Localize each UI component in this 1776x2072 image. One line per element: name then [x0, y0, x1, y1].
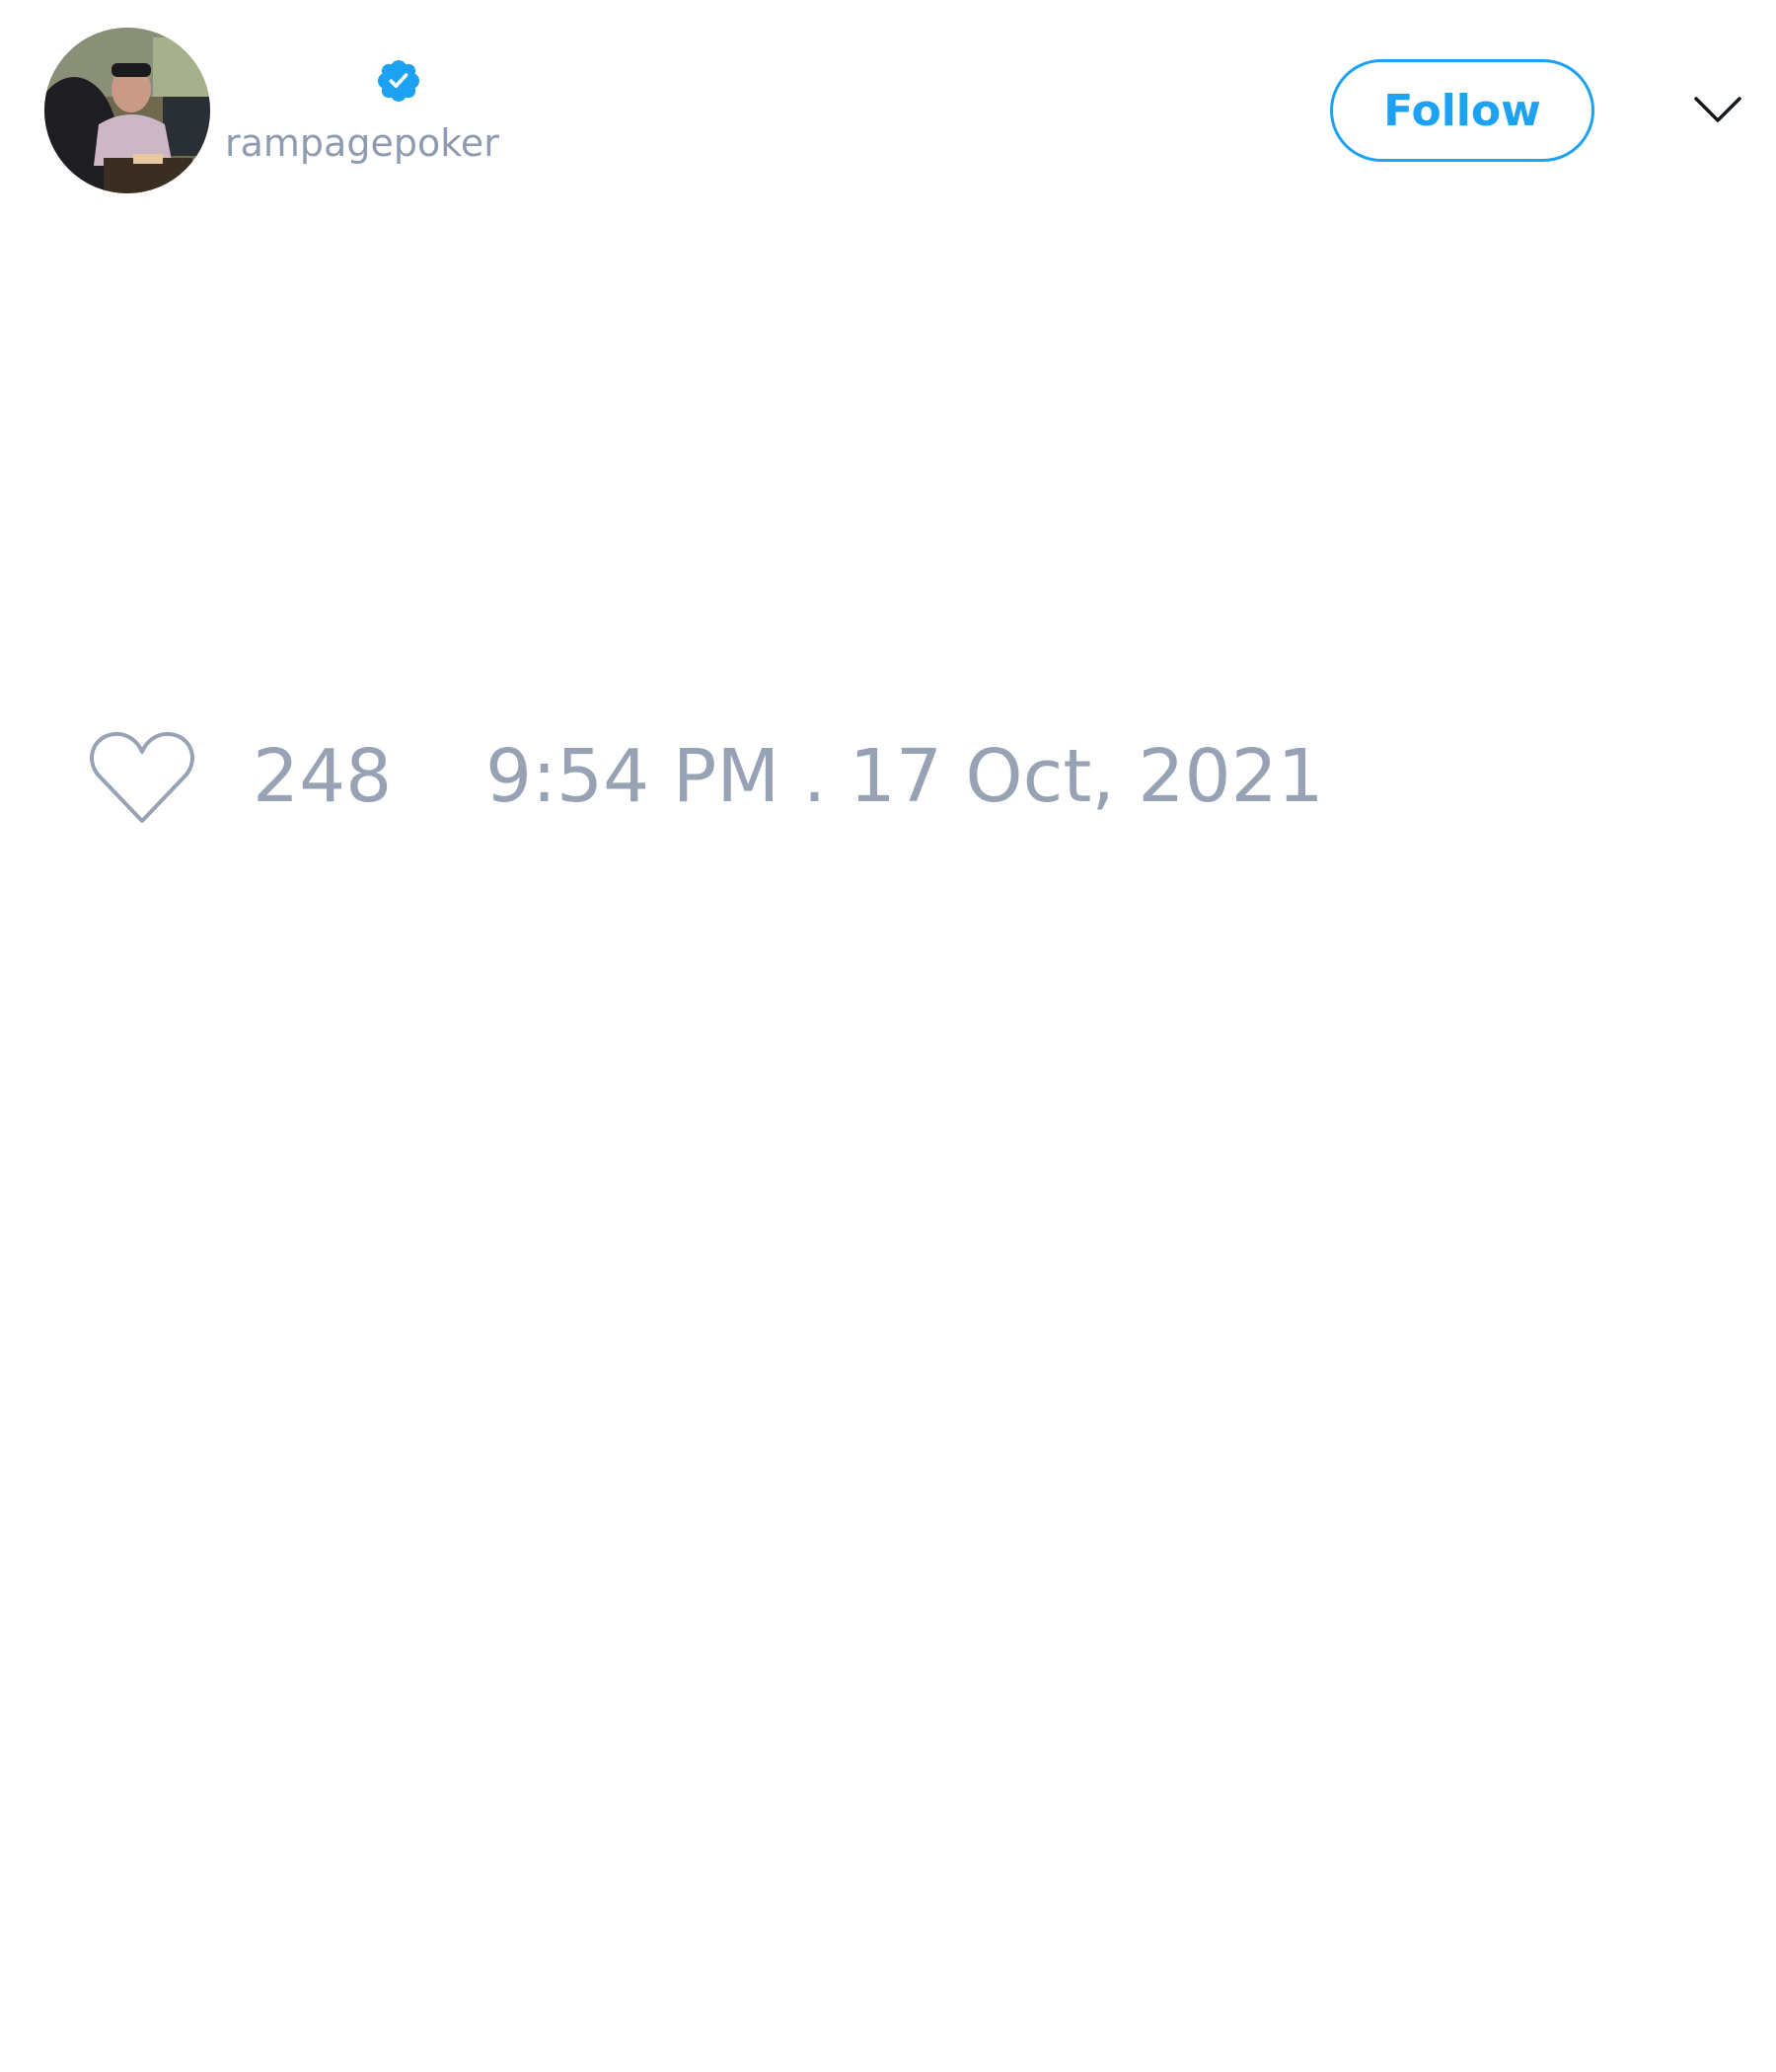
verified-badge-icon: [378, 60, 419, 102]
author-handle[interactable]: rampagepoker: [225, 124, 499, 162]
avatar-photo: [44, 28, 210, 193]
chevron-down-icon[interactable]: [1693, 93, 1742, 128]
like-count: 248: [253, 734, 393, 819]
heart-icon[interactable]: [89, 730, 195, 825]
follow-button[interactable]: Follow: [1330, 59, 1594, 162]
avatar[interactable]: [44, 28, 210, 193]
tweet-timestamp[interactable]: 9:54 PM . 17 Oct, 2021: [485, 740, 1324, 813]
